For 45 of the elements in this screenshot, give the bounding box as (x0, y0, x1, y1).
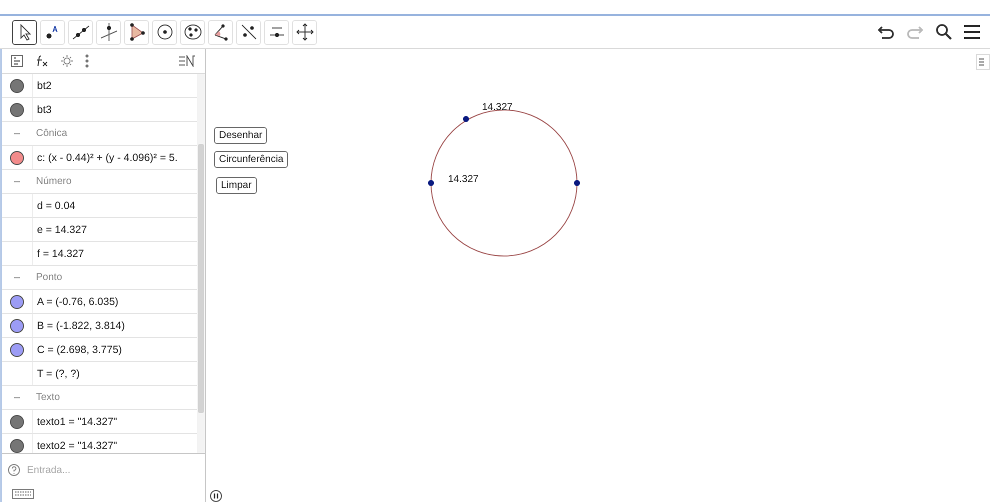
algebra-item[interactable]: texto1 = "14.327" (33, 416, 118, 428)
move-arrows-icon (294, 22, 314, 42)
algebra-item[interactable]: T = (?, ?) (33, 368, 80, 380)
perpendicular-icon (98, 22, 118, 42)
algebra-item[interactable]: f = 14.327 (33, 248, 84, 260)
style-bar-icon[interactable] (976, 54, 990, 70)
settings-button[interactable] (58, 55, 76, 67)
scrollbar[interactable] (197, 74, 205, 453)
algebra-view-button[interactable] (8, 55, 26, 67)
category-header: Cônica (35, 128, 68, 139)
canvas-button[interactable]: Circunferência (214, 151, 288, 168)
visibility-dot[interactable] (10, 150, 24, 164)
help-icon (8, 464, 20, 476)
visibility-dot[interactable] (10, 102, 24, 116)
algebra-item[interactable]: C = (2.698, 3.775) (33, 344, 122, 356)
input-field[interactable]: Entrada... (25, 464, 179, 476)
more-icon[interactable] (85, 54, 89, 68)
algebra-item[interactable]: A = (-0.76, 6.035) (33, 296, 118, 308)
canvas-button[interactable]: Desenhar (214, 127, 268, 144)
keyboard-icon[interactable] (12, 489, 34, 499)
algebra-item[interactable]: bt2 (33, 80, 52, 92)
visibility-dot[interactable] (10, 414, 24, 428)
category-header: Texto (35, 392, 60, 403)
circle-icon (154, 22, 174, 42)
visibility-dot[interactable] (10, 318, 24, 332)
visibility-dot[interactable] (10, 294, 24, 308)
value-label: 14.327 (482, 102, 513, 113)
algebra-item[interactable]: c: (x - 0.44)² + (y - 4.096)² = 5. (33, 152, 178, 164)
graphics-canvas[interactable]: Desenhar Circunferência Limpar 14.327 14.327 (206, 49, 990, 502)
tool-button[interactable] (12, 20, 37, 44)
reflect-icon (238, 22, 258, 42)
visibility-dot[interactable] (10, 78, 24, 92)
value-label: 14.327 (448, 174, 479, 185)
category-header: Ponto (35, 272, 62, 283)
visibility-dot[interactable] (10, 438, 24, 452)
algebra-item[interactable]: e = 14.327 (33, 224, 87, 236)
algebra-item[interactable]: d = 0.04 (33, 200, 76, 212)
canvas-button[interactable]: Limpar (216, 177, 257, 194)
ellipse-icon (182, 22, 202, 42)
category-header: Número (35, 176, 72, 187)
algebra-item[interactable]: bt3 (33, 104, 52, 116)
algebra-item[interactable]: B = (-1.822, 3.814) (33, 320, 125, 332)
visibility-dot[interactable] (10, 342, 24, 356)
algebra-item[interactable]: texto2 = "14.327" (33, 440, 118, 452)
pause-icon[interactable] (210, 490, 222, 502)
